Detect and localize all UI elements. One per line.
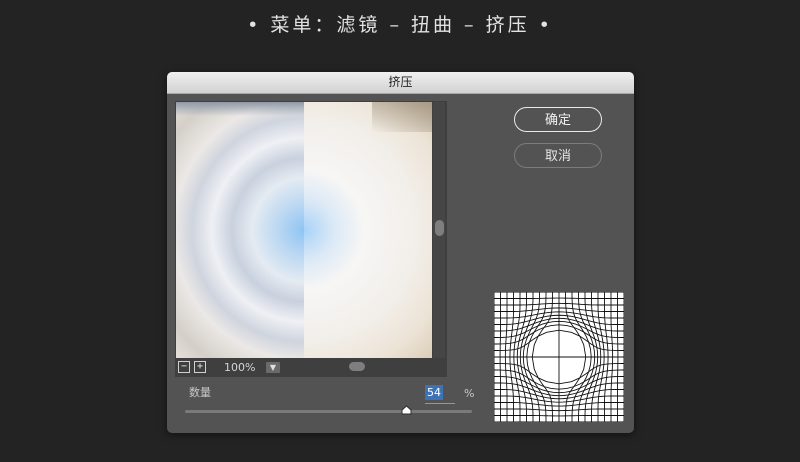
zoom-level: 100% [224,360,256,374]
preview-image[interactable] [176,102,432,358]
zoom-in-icon[interactable]: + [194,361,206,373]
ok-button[interactable]: 确定 [514,107,602,132]
amount-slider[interactable] [185,405,472,415]
preview-edge-detail [176,102,304,116]
zoom-out-icon[interactable]: − [178,361,190,373]
vertical-scroll-thumb[interactable] [435,220,444,236]
zoom-controls: − + 100% ▼ [178,360,280,374]
cancel-button[interactable]: 取消 [514,143,602,168]
pinch-filter-dialog: 挤压 − + 100% ▼ 确定 取消 数量 54 % [167,72,634,433]
amount-value-text: 54 [425,385,443,400]
menu-path-caption: • 菜单：滤镜 – 扭曲 – 挤压 • [247,14,553,36]
preview-corner-detail [372,102,432,132]
horizontal-scroll-thumb[interactable] [349,362,365,371]
amount-input[interactable]: 54 [425,385,455,404]
amount-unit: % [464,387,475,400]
preview-horizontal-scrollbar[interactable] [275,361,431,373]
dialog-title: 挤压 [167,72,634,94]
preview-panel: − + 100% ▼ [175,101,447,377]
preview-filtered-half [304,102,432,358]
preview-vertical-scrollbar[interactable] [433,102,445,358]
preview-original-half [176,102,304,358]
distortion-grid-preview [494,292,624,422]
amount-label: 数量 [189,386,211,399]
